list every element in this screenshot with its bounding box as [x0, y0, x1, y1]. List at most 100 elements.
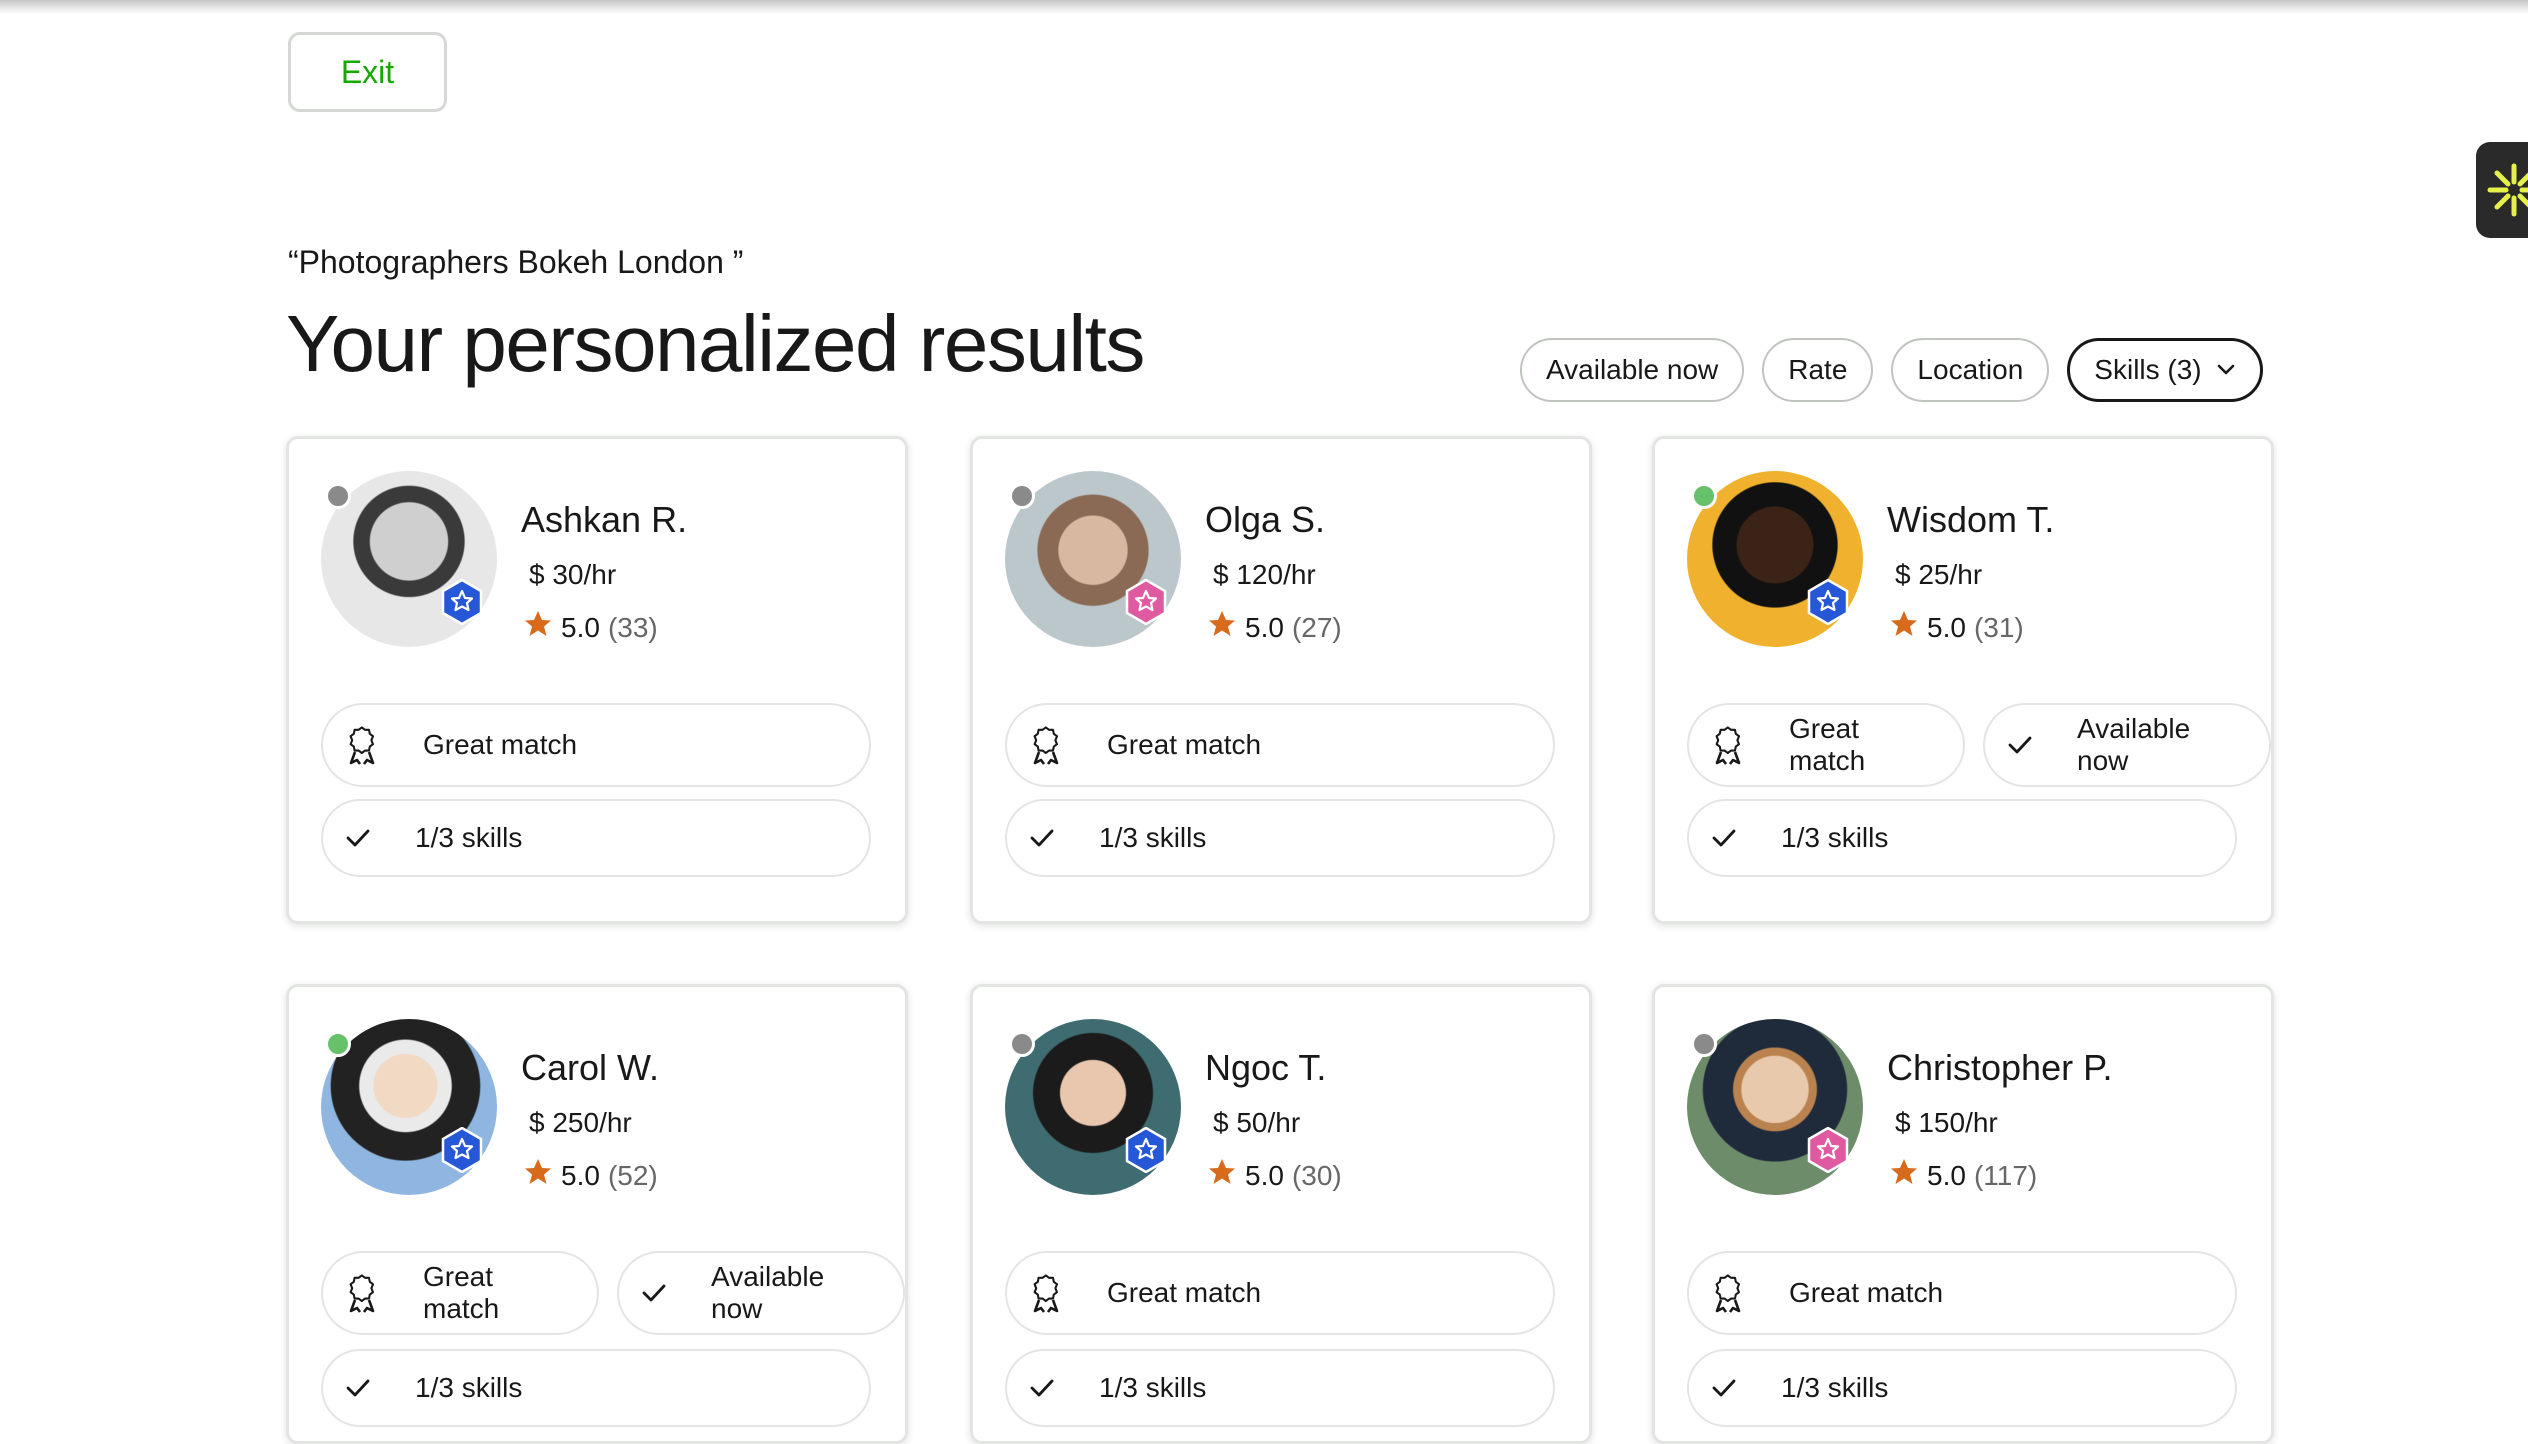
award-icon — [1029, 725, 1085, 765]
top-rated-badge-icon — [441, 1126, 483, 1174]
assistant-widget-button[interactable] — [2476, 142, 2528, 238]
filter-skills[interactable]: Skills (3) — [2067, 338, 2263, 402]
skills-row: 1/3 skills — [1005, 799, 1555, 877]
award-icon — [345, 1273, 401, 1313]
freelancer-card[interactable]: Ashkan R. $ 30/hr 5.0 (33) Great match 1/3 sk… — [286, 436, 908, 924]
card-content: Christopher P. $ 150/hr 5.0 (117) Great matc… — [1655, 987, 2271, 1441]
available-now-tag: Available now — [617, 1251, 905, 1335]
tag-row: Great match — [321, 703, 871, 787]
filter-label: Skills (3) — [2094, 354, 2202, 385]
tag-label: Available now — [2077, 713, 2191, 776]
freelancer-card[interactable]: Ngoc T. $ 50/hr 5.0 (30) Great match 1/3 skil… — [970, 984, 1592, 1444]
tag-label: Great match — [1789, 713, 1866, 776]
skills-row: 1/3 skills — [1687, 799, 2237, 877]
filter-rate[interactable]: Rate — [1762, 338, 1874, 402]
chevron-down-icon — [2217, 364, 2234, 375]
great-match-tag: Great match — [1687, 1251, 2237, 1335]
rating-score: 5.0 — [1245, 1159, 1284, 1191]
skills-match-tag: 1/3 skills — [321, 799, 871, 877]
review-count: (33) — [607, 611, 658, 643]
award-icon — [345, 725, 401, 765]
top-rated-badge-icon — [1125, 578, 1167, 626]
hourly-rate: $ 250/hr — [529, 1107, 632, 1138]
star-icon — [1207, 1157, 1237, 1194]
page-title: Your personalized results — [286, 299, 1145, 388]
rating: 5.0 (30) — [1207, 1157, 1342, 1194]
tag-label: Available now — [711, 1261, 825, 1324]
rating: 5.0 (52) — [523, 1157, 658, 1194]
freelancer-card[interactable]: Wisdom T. $ 25/hr 5.0 (31) Great match Availa… — [1652, 436, 2274, 924]
hourly-rate: $ 25/hr — [1895, 559, 1983, 590]
rating-score: 5.0 — [1927, 611, 1966, 643]
award-icon — [1029, 1273, 1085, 1313]
check-icon — [1029, 827, 1077, 849]
check-icon — [345, 1377, 393, 1399]
top-rated-badge-icon — [441, 578, 483, 626]
exit-button[interactable]: Exit — [288, 32, 447, 112]
hourly-rate: $ 50/hr — [1213, 1107, 1301, 1138]
skills-label: 1/3 skills — [1099, 822, 1207, 853]
skills-match-tag: 1/3 skills — [1687, 1349, 2237, 1427]
skills-label: 1/3 skills — [1781, 1372, 1889, 1403]
skills-match-tag: 1/3 skills — [321, 1349, 871, 1427]
tag-row: Great match Available now — [1687, 703, 2271, 787]
freelancer-name[interactable]: Olga S. — [1205, 499, 1325, 541]
rating-score: 5.0 — [561, 1159, 600, 1191]
review-count: (117) — [1973, 1159, 2038, 1191]
status-indicator — [1691, 483, 1717, 509]
freelancer-card[interactable]: Carol W. $ 250/hr 5.0 (52) Great match Availa… — [286, 984, 908, 1444]
rating-score: 5.0 — [561, 611, 600, 643]
card-content: Olga S. $ 120/hr 5.0 (27) Great match 1/3 ski… — [973, 439, 1589, 921]
hourly-rate: $ 150/hr — [1895, 1107, 1998, 1138]
star-icon — [523, 609, 553, 646]
tag-row: Great match Available now — [321, 1251, 905, 1335]
review-count: (52) — [607, 1159, 658, 1191]
check-icon — [641, 1282, 689, 1304]
status-indicator — [1691, 1031, 1717, 1057]
status-indicator — [1009, 483, 1035, 509]
filter-bar: Available now Rate Location Skills (3) — [1520, 338, 2263, 402]
hourly-rate: $ 30/hr — [529, 559, 617, 590]
check-icon — [345, 827, 393, 849]
great-match-tag: Great match — [1687, 703, 1966, 787]
skills-label: 1/3 skills — [415, 822, 523, 853]
check-icon — [1711, 1377, 1759, 1399]
tag-label: Great match — [1789, 1277, 1944, 1308]
filter-available-now[interactable]: Available now — [1520, 338, 1745, 402]
review-count: (30) — [1291, 1159, 1342, 1191]
freelancer-name[interactable]: Wisdom T. — [1887, 499, 2054, 541]
skills-match-tag: 1/3 skills — [1005, 799, 1555, 877]
rating-score: 5.0 — [1245, 611, 1284, 643]
great-match-tag: Great match — [1005, 1251, 1555, 1335]
rating: 5.0 (31) — [1889, 609, 2024, 646]
filter-label: Available now — [1546, 354, 1719, 385]
top-rated-badge-icon — [1807, 1126, 1849, 1174]
star-icon — [523, 1157, 553, 1194]
skills-label: 1/3 skills — [1781, 822, 1889, 853]
top-rated-badge-icon — [1807, 578, 1849, 626]
status-indicator — [325, 483, 351, 509]
award-icon — [1711, 725, 1767, 765]
great-match-tag: Great match — [321, 1251, 600, 1335]
filter-location[interactable]: Location — [1891, 338, 2050, 402]
sparkle-icon — [2487, 163, 2528, 217]
freelancer-card[interactable]: Olga S. $ 120/hr 5.0 (27) Great match 1/3 ski… — [970, 436, 1592, 924]
skills-row: 1/3 skills — [1005, 1349, 1555, 1427]
skills-row: 1/3 skills — [321, 799, 871, 877]
freelancer-name[interactable]: Ashkan R. — [521, 499, 687, 541]
tag-label: Great match — [1107, 1277, 1262, 1308]
star-icon — [1207, 609, 1237, 646]
skills-label: 1/3 skills — [1099, 1372, 1207, 1403]
check-icon — [1029, 1377, 1077, 1399]
freelancer-name[interactable]: Carol W. — [521, 1047, 659, 1089]
great-match-tag: Great match — [321, 703, 871, 787]
freelancer-name[interactable]: Ngoc T. — [1205, 1047, 1326, 1089]
available-now-tag: Available now — [1983, 703, 2271, 787]
status-indicator — [1009, 1031, 1035, 1057]
great-match-tag: Great match — [1005, 703, 1555, 787]
rating-score: 5.0 — [1927, 1159, 1966, 1191]
skills-match-tag: 1/3 skills — [1687, 799, 2237, 877]
check-icon — [2007, 734, 2055, 756]
freelancer-card[interactable]: Christopher P. $ 150/hr 5.0 (117) Great matc… — [1652, 984, 2274, 1444]
freelancer-name[interactable]: Christopher P. — [1887, 1047, 2112, 1089]
